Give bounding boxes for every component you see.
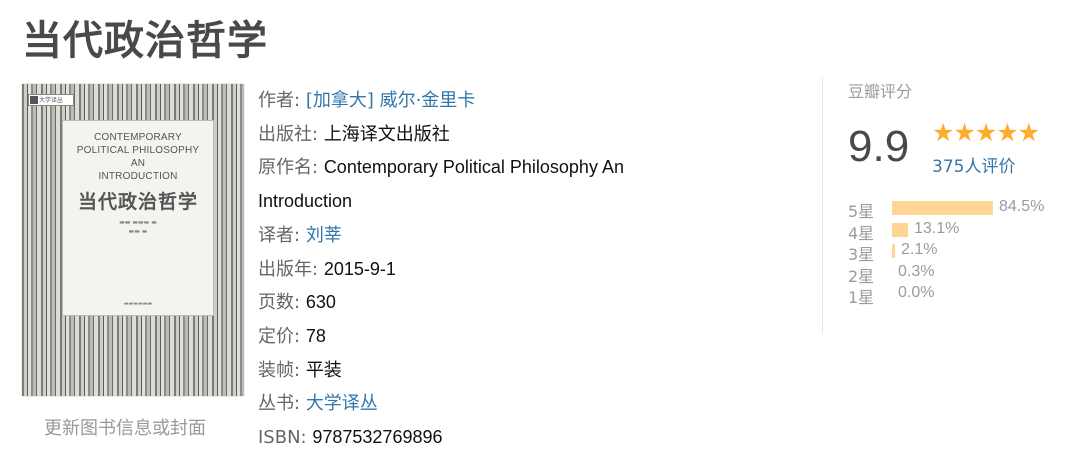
isbn-value: 9787532769896 bbox=[312, 427, 443, 448]
original-title-label: 原作名: bbox=[258, 157, 319, 179]
rating-label: 豆瓣评分 bbox=[848, 82, 913, 101]
rating-row-3-star: 3星 2.1% bbox=[848, 241, 1068, 264]
book-info: 作者: [加拿大] 威尔·金里卡 出版社: 上海译文出版社 原作名: Conte… bbox=[258, 84, 708, 455]
price-label: 定价: bbox=[258, 325, 301, 347]
rating-percent: 2.1% bbox=[901, 241, 938, 258]
author-row: 作者: [加拿大] 威尔·金里卡 bbox=[258, 84, 708, 118]
translator-link[interactable]: 刘莘 bbox=[306, 225, 342, 246]
original-title-row: 原作名: Contemporary Political Philosophy A… bbox=[258, 151, 708, 218]
series-link[interactable]: 大学译丛 bbox=[306, 393, 378, 414]
book-title: 当代政治哲学 bbox=[22, 18, 268, 64]
rating-bar bbox=[892, 201, 993, 215]
rating-star-label: 5星 bbox=[848, 202, 875, 221]
rating-row-2-star: 2星 0.3% bbox=[848, 262, 1068, 286]
publisher-value: 上海译文出版社 bbox=[323, 123, 450, 144]
rating-distribution: 5星 84.5% 4星 13.1% 3星 2.1% 2星 0.3% 1星 0.0% bbox=[848, 198, 1068, 307]
rating-row-4-star: 4星 13.1% bbox=[848, 219, 1068, 243]
cover-chinese-title: 当代政治哲学 bbox=[77, 191, 198, 213]
publisher-label: 出版社: bbox=[258, 123, 319, 145]
cover-english-title: CONTEMPORARY POLITICAL PHILOSOPHY AN INT… bbox=[76, 132, 200, 182]
translator-label: 译者: bbox=[258, 224, 301, 246]
update-book-info-link[interactable]: 更新图书信息或封面 bbox=[44, 414, 206, 440]
pub-year-label: 出版年: bbox=[258, 258, 319, 280]
price-value: 78 bbox=[305, 325, 326, 346]
rating-star-label: 4星 bbox=[848, 223, 875, 243]
rating-star-label: 3星 bbox=[848, 245, 875, 264]
series-label: 丛书: bbox=[258, 393, 301, 415]
rating-score: 9.9 bbox=[848, 122, 910, 171]
binding-label: 装帧: bbox=[258, 359, 301, 381]
cover-author-lines: ▬▬ ▬▬▬ ▬ ▬▬ ▬ bbox=[119, 219, 157, 235]
rating-row-5-star: 5星 84.5% bbox=[848, 198, 1068, 221]
five-star-icon: ★★★★★ bbox=[932, 118, 1040, 147]
pages-label: 页数: bbox=[258, 292, 301, 314]
isbn-label: ISBN: bbox=[258, 427, 307, 449]
pages-row: 页数: 630 bbox=[258, 286, 708, 320]
price-row: 定价: 78 bbox=[258, 320, 708, 354]
rating-bar bbox=[892, 222, 908, 237]
rating-divider bbox=[822, 78, 823, 334]
cover-series-badge: 大学译丛 bbox=[28, 94, 74, 106]
binding-row: 装帧: 平装 bbox=[258, 354, 708, 388]
douban-rating-panel: 豆瓣评分 9.9 ★★★★★ 375人评价 5星 84.5% 4星 13.1% 3星 2.… bbox=[848, 78, 1068, 307]
series-row: 丛书: 大学译丛 bbox=[258, 387, 708, 421]
cover-title-panel: CONTEMPORARY POLITICAL PHILOSOPHY AN INT… bbox=[62, 120, 214, 316]
rating-star-label: 2星 bbox=[848, 266, 875, 286]
rating-percent: 13.1% bbox=[914, 219, 960, 237]
publisher-row: 出版社: 上海译文出版社 bbox=[258, 118, 708, 152]
binding-value: 平装 bbox=[305, 359, 342, 380]
book-cover-image[interactable]: 大学译丛 CONTEMPORARY POLITICAL PHILOSOPHY A… bbox=[22, 84, 244, 396]
rating-percent: 84.5% bbox=[999, 198, 1045, 215]
rating-star-label: 1星 bbox=[848, 288, 875, 307]
cover-publisher-mark: ▬▬▬▬▬▬ bbox=[123, 301, 153, 307]
pages-value: 630 bbox=[305, 292, 336, 313]
rating-row-1-star: 1星 0.0% bbox=[848, 284, 1068, 307]
author-label: 作者: bbox=[258, 90, 301, 111]
rating-count-link[interactable]: 375人评价 bbox=[932, 152, 1015, 177]
rating-bar bbox=[892, 244, 895, 258]
rating-percent: 0.3% bbox=[898, 262, 935, 280]
pub-year-row: 出版年: 2015-9-1 bbox=[258, 253, 708, 287]
author-link[interactable]: [加拿大] 威尔·金里卡 bbox=[306, 90, 476, 111]
pub-year-value: 2015-9-1 bbox=[323, 258, 396, 279]
translator-row: 译者: 刘莘 bbox=[258, 219, 708, 253]
rating-percent: 0.0% bbox=[898, 284, 935, 301]
